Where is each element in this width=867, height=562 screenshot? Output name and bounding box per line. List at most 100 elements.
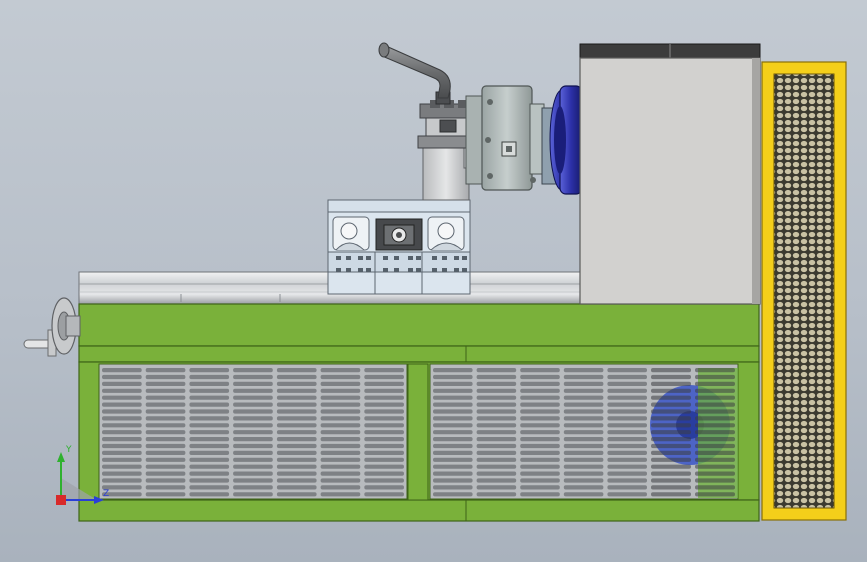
vent-slat (651, 430, 691, 435)
vent-slat (233, 423, 273, 428)
vent-slat (563, 388, 604, 393)
vent-slat (364, 409, 404, 414)
vent-slat (276, 478, 317, 483)
vent-slat (476, 437, 517, 442)
vent-slat (695, 402, 735, 407)
vent-slat (651, 368, 691, 373)
vent-slat (276, 450, 317, 455)
vent-slat (102, 478, 142, 483)
vent-slat (563, 478, 604, 483)
vent-slat (607, 485, 647, 490)
vent-slat (364, 368, 404, 373)
vent-slat (102, 381, 142, 386)
vent-slat (563, 485, 604, 490)
vent-slat (476, 430, 517, 435)
vent-slat (364, 485, 404, 490)
vent-slat (563, 409, 604, 414)
vent-slat (145, 457, 186, 462)
vent-slat (320, 388, 361, 393)
saddle-bolt (432, 268, 437, 272)
vent-slat (320, 492, 361, 497)
tool-post-lever[interactable] (378, 42, 451, 99)
vent-slat (320, 402, 361, 407)
vent-slat (563, 430, 604, 435)
vent-slat (189, 485, 230, 490)
vent-slat (695, 388, 735, 393)
vent-slat (651, 381, 691, 386)
vent-slat (364, 492, 404, 497)
vent-slat (433, 450, 473, 455)
vent-slat (145, 409, 186, 414)
carriage-handwheel[interactable] (23, 297, 81, 357)
vent-slat (189, 464, 230, 469)
vent-slat (695, 430, 735, 435)
vent-slat (233, 485, 273, 490)
vent-slat (607, 388, 647, 393)
saddle-bolt (442, 256, 447, 260)
vent-slat (320, 409, 361, 414)
vent-slat (433, 457, 473, 462)
vent-slat (563, 471, 604, 476)
vent-slat (233, 492, 273, 497)
saddle-bolt (408, 268, 413, 272)
vent-slat (276, 443, 317, 449)
vent-slat (520, 492, 560, 497)
vent-slat (145, 368, 186, 373)
vent-slat (102, 402, 142, 407)
vent-slat (563, 464, 604, 469)
z-axis-label: Z (103, 489, 109, 499)
cabinet-divider (407, 363, 429, 501)
vent-slat (145, 485, 186, 490)
vent-slat (433, 437, 473, 442)
vent-slat (320, 464, 361, 469)
vent-slat (476, 423, 517, 428)
vent-slat (695, 443, 735, 449)
saddle-bolt (442, 268, 447, 272)
carriage-saddle (327, 199, 471, 295)
vent-slat (607, 409, 647, 414)
vent-slat (276, 423, 317, 428)
saddle-bolt (454, 256, 459, 260)
vent-slat (145, 430, 186, 435)
vent-slat (695, 368, 735, 373)
vent-slat (607, 478, 647, 483)
vent-slat (520, 416, 560, 421)
vent-slat (433, 388, 473, 393)
headstock (579, 43, 761, 305)
vent-slat (520, 368, 560, 373)
vent-slat (102, 374, 142, 380)
vent-slat (364, 395, 404, 400)
vent-slat (433, 416, 473, 421)
vent-slat (433, 374, 473, 380)
vent-slat (607, 416, 647, 421)
vent-slat (145, 450, 186, 455)
vent-slat (276, 409, 317, 414)
vent-slat (476, 485, 517, 490)
vent-slat (233, 381, 273, 386)
saddle-bolt (394, 268, 399, 272)
vent-slat (189, 471, 230, 476)
vent-slat (651, 492, 691, 497)
vent-slat (651, 402, 691, 407)
vent-slat (276, 395, 317, 400)
vent-slat (145, 395, 186, 400)
cad-viewport[interactable]: Y Z (0, 0, 867, 562)
vent-slat (520, 485, 560, 490)
vent-slat (695, 457, 735, 462)
vent-slat (102, 388, 142, 393)
vent-slat (433, 395, 473, 400)
vent-slat (563, 492, 604, 497)
vent-slat (276, 430, 317, 435)
vent-slat (433, 423, 473, 428)
vent-slat (520, 478, 560, 483)
vent-slat (520, 443, 560, 449)
vent-slat (364, 457, 404, 462)
vent-slat (102, 457, 142, 462)
vent-slat (189, 450, 230, 455)
vent-slat (476, 450, 517, 455)
vent-slat (233, 409, 273, 414)
vent-slat (520, 409, 560, 414)
vent-slat (320, 457, 361, 462)
vent-slat (145, 423, 186, 428)
vent-slat (145, 443, 186, 449)
